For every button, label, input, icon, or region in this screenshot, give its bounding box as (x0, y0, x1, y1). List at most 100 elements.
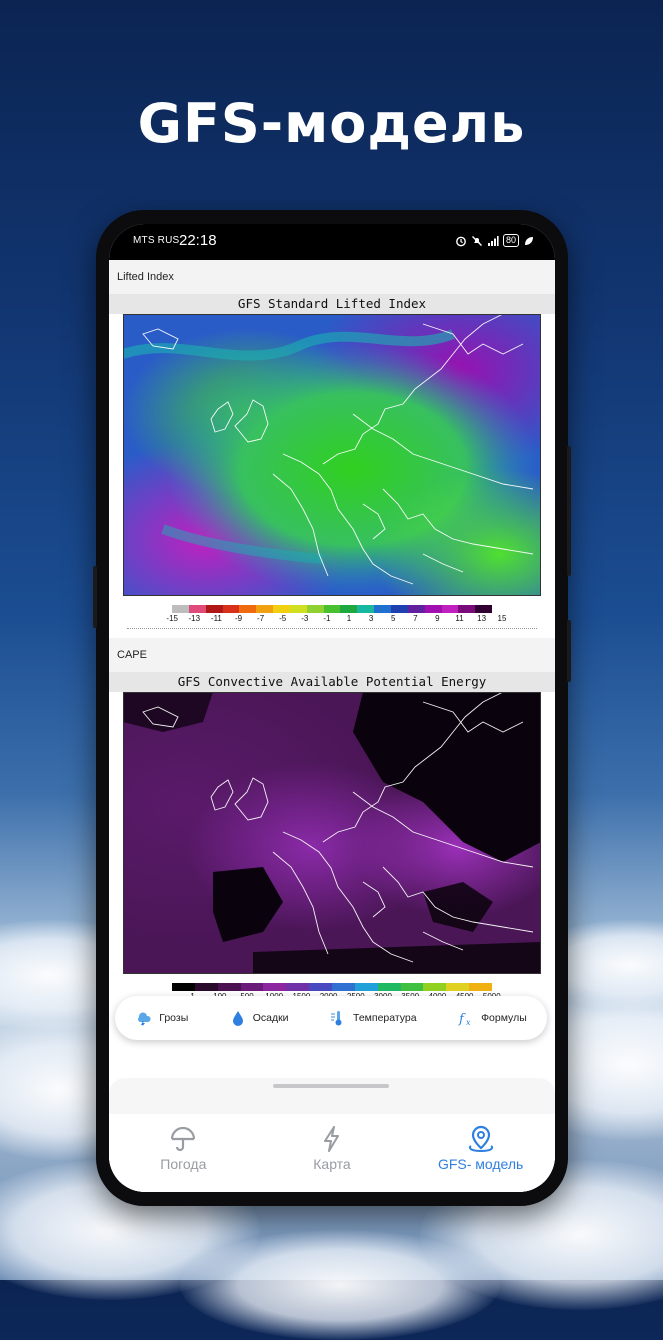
scale-label: 3 (368, 614, 374, 623)
colorbar-swatch (306, 605, 324, 613)
scale-label: -9 (234, 614, 243, 623)
nav-label: GFS- модель (437, 1156, 524, 1172)
scale-label: -7 (257, 614, 265, 623)
map-title-lifted-index: GFS Standard Lifted Index (109, 294, 555, 314)
lightning-icon (323, 1126, 339, 1152)
colorbar-swatch (390, 605, 408, 613)
phone-frame: MTS RUS 22:18 80 Lifted Index GFS Standa… (93, 210, 571, 1206)
sheet-drag-handle[interactable] (273, 1084, 389, 1088)
scale-label: -3 (301, 614, 309, 623)
colorbar-swatch (469, 983, 493, 991)
nav-gfs-model[interactable]: GFS- модель (411, 1124, 551, 1172)
colorbar-swatch (205, 605, 223, 613)
content-area[interactable]: Lifted Index GFS Standard Lifted Index -… (109, 260, 555, 1192)
cape-map[interactable] (123, 691, 541, 974)
colorbar-swatch (458, 605, 476, 613)
map-panel-cape: 1 100 500 1000 1500 2000 2500 3000 3500 … (117, 691, 547, 1013)
colorbar-swatch (424, 605, 442, 613)
svg-text:f: f (458, 1012, 466, 1027)
umbrella-icon (171, 1126, 196, 1152)
section-label-cape: CAPE (109, 638, 555, 672)
layer-chip-bar: Грозы Осадки Температура fx Формулы (115, 996, 547, 1040)
leaf-icon (525, 236, 533, 245)
colorbar-swatch (441, 605, 459, 613)
scale-label: 15 (497, 614, 507, 623)
colorbar-swatch (273, 605, 290, 613)
svg-text:x: x (466, 1018, 471, 1027)
nav-label: Погода (160, 1156, 207, 1172)
colorbar-swatch (374, 605, 391, 613)
bottom-sheet[interactable] (109, 1078, 555, 1114)
map-fineprint (127, 628, 537, 635)
colorbar-swatch (323, 605, 341, 613)
colorbar-swatch (188, 605, 206, 613)
scale-label: 13 (477, 614, 487, 623)
scale-label: -15 (166, 614, 178, 623)
scale-label: 11 (455, 614, 464, 623)
colorbar-swatch (217, 983, 241, 991)
alarm-icon (456, 236, 466, 246)
colorbar-swatch (357, 605, 375, 613)
scale-label: -1 (323, 614, 331, 623)
storm-icon (138, 1012, 151, 1027)
chip-label: Осадки (252, 1012, 289, 1024)
scale-label: 1 (346, 614, 352, 623)
nav-label: Карта (313, 1156, 351, 1172)
lifted-index-map[interactable] (121, 313, 541, 596)
chip-temperature[interactable]: Температура (329, 1009, 417, 1027)
chip-precipitation[interactable]: Осадки (229, 1009, 289, 1027)
section-label-lifted-index: Lifted Index (109, 260, 555, 294)
signal-icon (487, 235, 499, 246)
colorbar-swatch (332, 983, 355, 991)
colorbar-swatch (289, 605, 307, 613)
colorbar-swatch (240, 983, 264, 991)
hero-title: GFS-модель (137, 92, 526, 155)
chip-label: Формулы (481, 1012, 527, 1024)
colorbar-swatch (400, 983, 424, 991)
map-title-cape: GFS Convective Available Potential Energ… (109, 672, 555, 692)
colorbar-swatch (286, 983, 310, 991)
colorbar-swatch (354, 983, 378, 991)
colorbar-swatch (446, 983, 470, 991)
status-clock: 22:18 (179, 232, 217, 249)
thermometer-icon (331, 1011, 342, 1026)
nav-map[interactable]: Карта (262, 1124, 402, 1172)
colorbar-swatch (263, 983, 287, 991)
mute-icon (472, 235, 482, 246)
scale-label: 9 (435, 614, 440, 623)
lifted-index-colorbar (172, 605, 493, 613)
battery-indicator: 80 (502, 234, 519, 247)
scale-label: 5 (390, 614, 396, 623)
scale-label: -5 (279, 614, 287, 623)
colorbar-swatch (256, 605, 274, 613)
chip-formulas[interactable]: fx Формулы (457, 1009, 527, 1027)
colorbar-swatch (475, 605, 493, 613)
chip-label: Грозы (159, 1012, 189, 1024)
phone-screen: MTS RUS 22:18 80 Lifted Index GFS Standa… (109, 224, 555, 1192)
colorbar-swatch (194, 983, 218, 991)
scale-label: 7 (413, 614, 418, 623)
colorbar-swatch (172, 983, 195, 991)
colorbar-swatch (309, 983, 333, 991)
colorbar-swatch (377, 983, 401, 991)
map-pin-icon (468, 1125, 493, 1153)
colorbar-swatch (423, 983, 447, 991)
colorbar-swatch (222, 605, 240, 613)
colorbar-swatch (407, 605, 425, 613)
nav-weather[interactable]: Погода (113, 1124, 253, 1172)
scale-label: -13 (188, 614, 201, 623)
status-bar: MTS RUS 22:18 80 (109, 224, 555, 260)
carrier-label: MTS RUS (133, 235, 180, 246)
map-panel-lifted-index: -15 -13 -11 -9 -7 -5 -3 -1 1 3 5 7 9 11 … (117, 313, 547, 635)
colorbar-swatch (340, 605, 358, 613)
cape-colorbar (172, 983, 493, 991)
bottom-navigation: Погода Карта GFS- модель (109, 1114, 555, 1192)
formula-icon: fx (458, 1012, 471, 1027)
chip-storms[interactable]: Грозы (135, 1009, 188, 1027)
colorbar-swatch (239, 605, 257, 613)
scale-label: -11 (210, 614, 222, 623)
chip-label: Температура (353, 1012, 417, 1024)
lifted-index-scale-labels: -15 -13 -11 -9 -7 -5 -3 -1 1 3 5 7 9 11 … (162, 614, 506, 626)
status-icons: 80 (455, 234, 535, 247)
drop-icon (232, 1011, 243, 1026)
